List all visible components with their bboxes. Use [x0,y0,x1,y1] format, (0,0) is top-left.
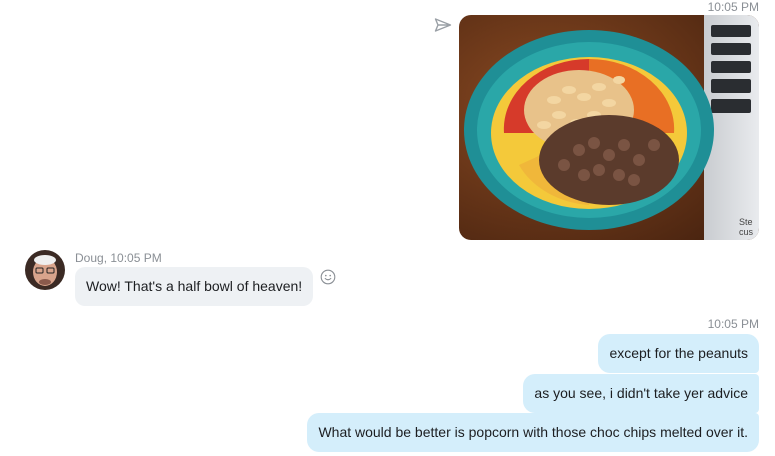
smiley-icon[interactable] [320,269,336,285]
photo-message[interactable]: Ste cus [459,15,759,240]
outgoing-timestamp: 10:05 PM [707,317,759,331]
sender-meta: Doug, 10:05 PM [75,251,162,265]
outgoing-message-bubble: except for the peanuts [598,334,759,373]
chat-conversation: 10:05 PM Ste cus Doug, 10:05 PM Wow! Tha… [0,0,775,456]
outgoing-message-bubble: as you see, i didn't take yer advice [523,374,759,413]
outgoing-message-bubble: What would be better is popcorn with tho… [307,413,759,452]
photo-timestamp: 10:05 PM [707,0,759,14]
svg-text:Ste: Ste [739,217,753,227]
avatar-image [25,250,65,290]
send-icon[interactable] [434,17,452,33]
svg-text:cus: cus [739,227,754,237]
incoming-message-bubble: Wow! That's a half bowl of heaven! [75,267,314,306]
bowl-photo-image: Ste cus [459,15,759,240]
avatar-doug[interactable] [25,250,65,290]
